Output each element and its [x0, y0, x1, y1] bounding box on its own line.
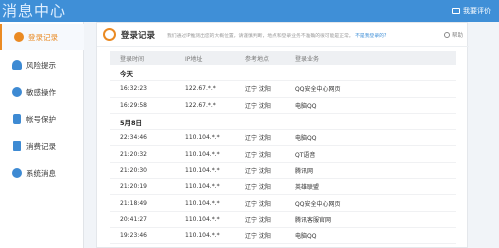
lock-icon [13, 114, 21, 124]
login-time: 21:20:30 [120, 166, 147, 174]
description-text: 我们通过IP推测出您的大概位置，请谨慎判断，地点和登录业务不准确的很可能是正常。 [167, 34, 354, 39]
sidebar-item-account-protection[interactable]: 帐号保护 [0, 106, 84, 132]
clock-icon [14, 32, 24, 42]
table-row: 22:34:46 110.104.*.* 辽宁 沈阳 电脑QQ [110, 130, 456, 147]
login-records-table: 登录时间 IP地址 参考地点 登录业务 今天 16:32:23 122.67.*… [110, 51, 456, 245]
panel-title: 登录记录 [121, 31, 156, 41]
feedback-button[interactable]: 我要评价 [452, 6, 491, 16]
location: 辽宁 沈阳 [245, 135, 271, 143]
ip-address: 122.67.*.* [185, 85, 216, 93]
login-service: 腾讯网 [295, 167, 314, 175]
table-row: 20:41:27 110.104.*.* 辽宁 沈阳 腾讯客服官网 [110, 212, 456, 228]
table-row: 19:23:46 110.104.*.* 辽宁 沈阳 电脑QQ [110, 228, 456, 245]
sidebar-item-risk-alerts[interactable]: 风险提示 [0, 52, 84, 78]
location: 辽宁 沈阳 [245, 184, 271, 192]
table-row: 16:32:23 122.67.*.* 辽宁 沈阳 QQ安全中心网页 [110, 81, 456, 98]
date-group-label: 今天 [110, 65, 456, 82]
clock-icon [103, 28, 116, 41]
column-header: IP地址 [185, 55, 203, 63]
info-icon [12, 168, 22, 178]
ip-address: 110.104.*.* [185, 150, 220, 158]
sidebar-item-spending-records[interactable]: 消费记录 [0, 133, 84, 159]
location: 辽宁 沈阳 [245, 233, 271, 241]
ip-address: 110.104.*.* [185, 166, 220, 174]
chat-icon [452, 8, 460, 14]
page-body: 登录记录 风险提示 敏感操作 帐号保护 消费记录 系统消息 登录记录 我们通过I [0, 22, 499, 248]
ip-address: 110.104.*.* [185, 215, 220, 223]
table-row: 21:18:49 110.104.*.* 辽宁 沈阳 QQ安全中心网页 [110, 195, 456, 212]
login-time: 16:32:23 [120, 85, 147, 93]
login-service: 电脑QQ [295, 102, 317, 110]
column-header: 登录时间 [120, 55, 145, 63]
top-bar: 消息中心 我要评价 [0, 0, 499, 22]
ip-address: 110.104.*.* [185, 232, 220, 240]
login-service: 电脑QQ [295, 233, 317, 241]
column-header: 登录业务 [295, 55, 320, 63]
sidebar-item-label: 敏感操作 [26, 87, 56, 97]
document-icon [13, 141, 21, 151]
table-row: 16:29:58 122.67.*.* 辽宁 沈阳 电脑QQ [110, 98, 456, 114]
login-time: 16:29:58 [120, 101, 147, 109]
sidebar-item-label: 系统消息 [26, 168, 56, 178]
table-row: 21:20:30 110.104.*.* 辽宁 沈阳 腾讯网 [110, 163, 456, 180]
login-time: 21:20:19 [120, 183, 147, 191]
login-service: QQ安全中心网页 [295, 200, 341, 208]
login-time: 20:41:27 [120, 215, 147, 223]
sidebar-item-system-messages[interactable]: 系统消息 [0, 160, 84, 186]
panel-description: 我们通过IP推测出您的大概位置，请谨慎判断，地点和登录业务不准确的很可能是正常。… [167, 32, 386, 39]
main-panel: 登录记录 我们通过IP推测出您的大概位置，请谨慎判断，地点和登录业务不准确的很可… [96, 22, 469, 248]
date-group-label: 5月8日 [110, 114, 456, 131]
login-service: 英雄联盟 [295, 184, 320, 192]
login-time: 19:23:46 [120, 232, 147, 240]
question-icon [443, 32, 450, 38]
face-icon [12, 87, 22, 97]
location: 辽宁 沈阳 [245, 86, 271, 94]
login-time: 21:20:32 [120, 150, 147, 158]
login-time: 22:34:46 [120, 134, 147, 142]
ip-address: 110.104.*.* [185, 183, 220, 191]
column-header: 参考地点 [245, 55, 270, 63]
table-row: 21:20:19 110.104.*.* 辽宁 沈阳 英雄联盟 [110, 179, 456, 196]
login-service: 电脑QQ [295, 135, 317, 143]
location: 辽宁 沈阳 [245, 102, 271, 110]
table-row: 21:20:32 110.104.*.* 辽宁 沈阳 QT语音 [110, 146, 456, 163]
ip-address: 110.104.*.* [185, 199, 220, 207]
location: 辽宁 沈阳 [245, 151, 271, 159]
ip-address: 122.67.*.* [185, 101, 216, 109]
login-service: QQ安全中心网页 [295, 86, 341, 94]
location: 辽宁 沈阳 [245, 167, 271, 175]
sidebar-item-login-records[interactable]: 登录记录 [0, 24, 84, 50]
sidebar-item-label: 登录记录 [28, 32, 58, 42]
sidebar-item-sensitive-ops[interactable]: 敏感操作 [0, 79, 84, 105]
sidebar-item-label: 消费记录 [26, 141, 56, 151]
location: 辽宁 沈阳 [245, 216, 271, 224]
login-service: 腾讯客服官网 [295, 216, 332, 224]
panel-header: 登录记录 我们通过IP推测出您的大概位置，请谨慎判断，地点和登录业务不准确的很可… [97, 23, 469, 47]
location: 辽宁 沈阳 [245, 200, 271, 208]
sidebar-item-label: 风险提示 [26, 60, 56, 70]
not-me-link[interactable]: 不是我登录的? [355, 34, 386, 39]
table-header: 登录时间 IP地址 参考地点 登录业务 [110, 51, 456, 65]
login-time: 21:18:49 [120, 199, 147, 207]
login-service: QT语音 [295, 151, 316, 159]
cloud-warning-icon [12, 60, 22, 70]
app-title: 消息中心 [2, 2, 67, 20]
help-button[interactable]: 帮助 [443, 31, 463, 39]
sidebar: 登录记录 风险提示 敏感操作 帐号保护 消费记录 系统消息 [0, 22, 84, 248]
ip-address: 110.104.*.* [185, 134, 220, 142]
feedback-label: 我要评价 [463, 7, 491, 15]
help-label: 帮助 [451, 33, 463, 39]
sidebar-item-label: 帐号保护 [26, 114, 56, 124]
